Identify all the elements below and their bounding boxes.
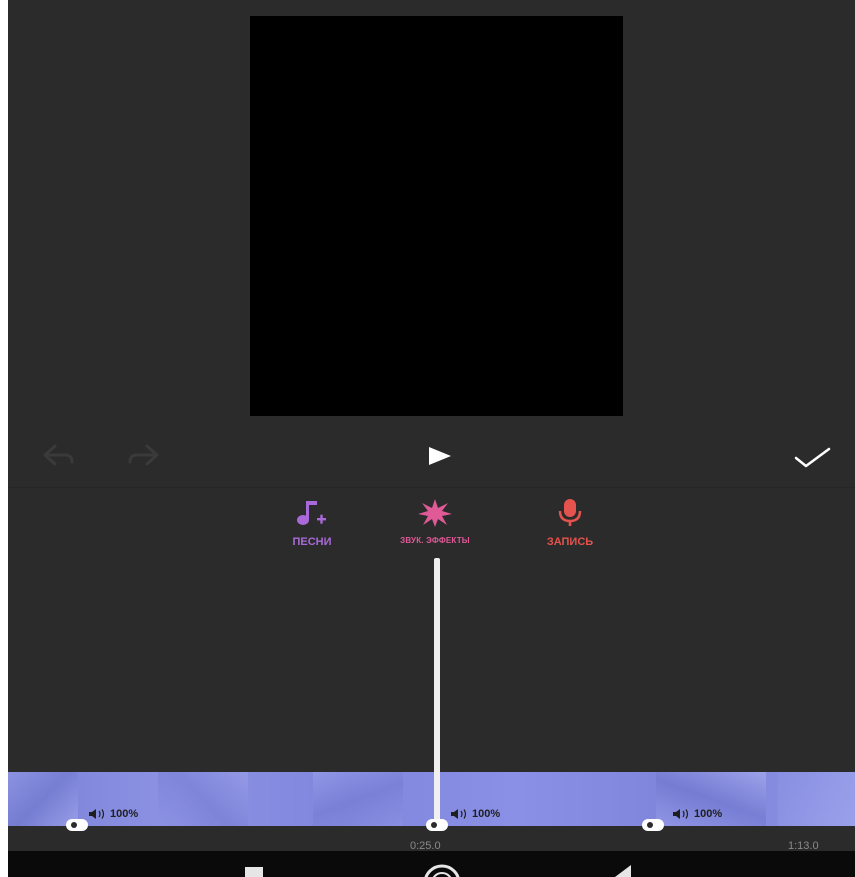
clip-volume[interactable]: 100% — [88, 808, 138, 820]
burst-star-icon — [415, 496, 455, 530]
tool-record-label: ЗАПИСЬ — [546, 536, 594, 548]
tool-songs[interactable]: ПЕСНИ — [274, 496, 350, 548]
redo-button[interactable] — [122, 438, 166, 472]
clip-split-handle[interactable] — [426, 819, 448, 831]
play-button[interactable] — [418, 440, 462, 472]
confirm-button[interactable] — [788, 440, 836, 474]
volume-icon — [451, 809, 467, 819]
home-button[interactable] — [420, 863, 464, 877]
thumbnail-frame — [313, 772, 403, 826]
clip-volume-value: 100% — [694, 808, 723, 820]
system-nav-bar — [8, 851, 855, 877]
tool-record[interactable]: ЗАПИСЬ — [528, 496, 612, 548]
volume-icon — [673, 809, 689, 819]
clip-volume[interactable]: 100% — [672, 808, 722, 820]
thumbnail-frame — [158, 772, 248, 826]
thumbnail-frame — [8, 772, 78, 826]
playhead[interactable] — [434, 558, 440, 826]
volume-icon — [89, 809, 105, 819]
music-note-add-icon — [292, 496, 332, 530]
clip-volume-value: 100% — [110, 808, 139, 820]
recent-apps-icon — [245, 867, 263, 877]
clip-split-handle[interactable] — [66, 819, 88, 831]
tool-sound-effects-label: ЗВУК. ЭФФЕКТЫ — [400, 536, 470, 545]
video-editor-screen: ПЕСНИ ЗВУК. ЭФФЕКТЫ ЗАПИСЬ 100% 100% 100… — [8, 0, 855, 877]
tool-sound-effects[interactable]: ЗВУК. ЭФФЕКТЫ — [370, 496, 500, 545]
clip-volume-value: 100% — [472, 808, 501, 820]
tool-songs-label: ПЕСНИ — [292, 536, 332, 548]
undo-arrow-icon — [43, 444, 74, 466]
undo-button[interactable] — [36, 438, 80, 472]
microphone-icon — [550, 496, 590, 530]
thumbnail-frame — [778, 772, 855, 826]
divider — [8, 487, 855, 488]
checkmark-icon — [794, 447, 831, 468]
home-icon — [424, 864, 460, 877]
clip-volume[interactable]: 100% — [450, 808, 500, 820]
back-triangle-icon — [615, 865, 631, 877]
back-button[interactable] — [606, 863, 636, 877]
play-icon — [429, 447, 451, 465]
redo-arrow-icon — [128, 444, 159, 466]
video-preview[interactable] — [250, 16, 623, 416]
clip-split-handle[interactable] — [642, 819, 664, 831]
recent-apps-button[interactable] — [240, 863, 268, 877]
